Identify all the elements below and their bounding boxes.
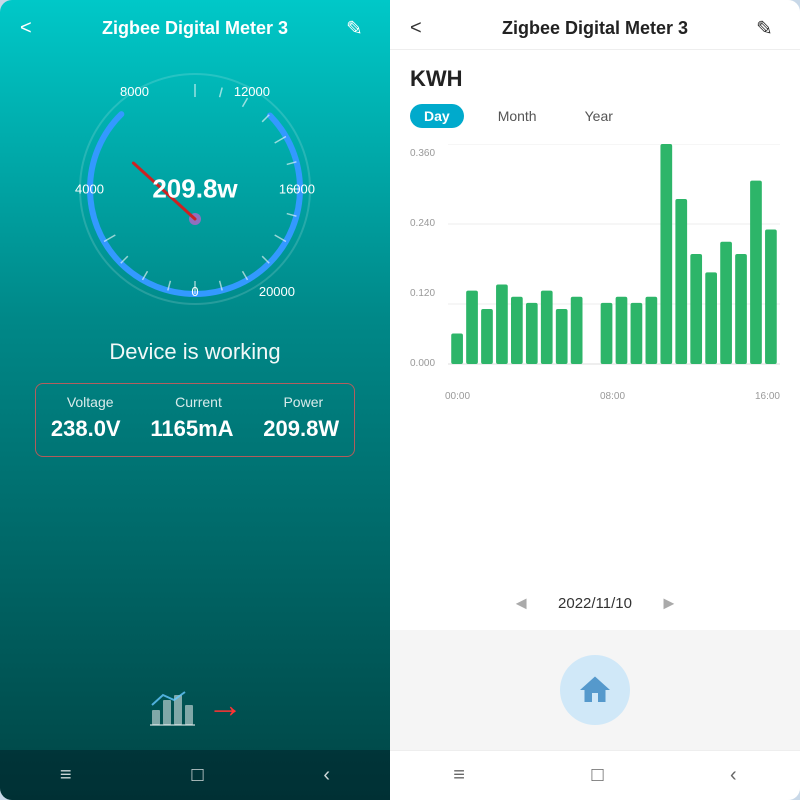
- date-next-btn[interactable]: ►: [652, 589, 686, 618]
- gauge-container: 4000 8000 12000 16000 0 20000: [65, 59, 325, 319]
- right-header: < Zigbee Digital Meter 3 ✎: [390, 0, 800, 50]
- chart-wrapper: 0.360 0.240 0.120 0.000: [410, 144, 780, 402]
- current-value: 1165mA: [150, 416, 233, 442]
- swipe-arrow: →: [207, 684, 243, 726]
- date-prev-btn[interactable]: ◄: [504, 589, 538, 618]
- y-label-000: 0.000: [410, 358, 448, 369]
- power-label: Power: [283, 394, 323, 410]
- gauge-value: 209.8w: [152, 174, 237, 205]
- right-nav-bar: ≡ □ ‹: [390, 750, 800, 800]
- tab-month[interactable]: Month: [484, 104, 551, 128]
- right-content: KWH Day Month Year 0.360 0.240 0.120 0.0…: [390, 50, 800, 577]
- left-nav-home[interactable]: □: [191, 764, 203, 787]
- right-nav-home[interactable]: □: [591, 764, 603, 787]
- bar-chart-icon: [147, 680, 197, 730]
- left-panel: < Zigbee Digital Meter 3 ✎ 4000 8000 120…: [0, 0, 390, 800]
- x-axis-labels: 00:00 08:00 16:00: [410, 391, 780, 402]
- current-label: Current: [175, 394, 222, 410]
- date-label: 2022/11/10: [558, 595, 632, 612]
- x-label-1600: 16:00: [755, 391, 780, 402]
- power-value: 209.8W: [263, 416, 339, 442]
- gauge-scale-12000: 12000: [234, 84, 270, 99]
- bar-chart-data: [448, 144, 780, 384]
- gauge-scale-16000: 16000: [279, 182, 315, 197]
- tab-year[interactable]: Year: [571, 104, 627, 128]
- gauge-scale-0: 0: [191, 284, 198, 299]
- chart-icon-container[interactable]: [147, 680, 197, 730]
- home-button[interactable]: [560, 655, 630, 725]
- x-label-0800: 08:00: [600, 391, 625, 402]
- right-nav-back[interactable]: ‹: [730, 764, 737, 787]
- right-back-icon[interactable]: <: [410, 17, 434, 40]
- left-header: < Zigbee Digital Meter 3 ✎: [0, 0, 390, 49]
- left-title: Zigbee Digital Meter 3: [44, 18, 346, 39]
- right-panel: < Zigbee Digital Meter 3 ✎ KWH Day Month…: [390, 0, 800, 800]
- voltage-label: Voltage: [67, 394, 114, 410]
- tabs-container: Day Month Year: [410, 104, 780, 128]
- home-icon: [577, 672, 613, 708]
- stats-values: 238.0V 1165mA 209.8W: [36, 416, 354, 442]
- x-label-0000: 00:00: [445, 391, 470, 402]
- device-status: Device is working: [109, 339, 280, 365]
- right-bottom: [390, 630, 800, 750]
- right-title: Zigbee Digital Meter 3: [434, 18, 756, 39]
- left-back-icon[interactable]: <: [20, 17, 44, 40]
- stats-box: Voltage Current Power 238.0V 1165mA 209.…: [35, 383, 355, 457]
- y-label-360: 0.360: [410, 148, 448, 159]
- gauge-scale-8000: 8000: [120, 84, 149, 99]
- kwh-label: KWH: [410, 66, 780, 92]
- left-nav-menu[interactable]: ≡: [60, 764, 72, 787]
- left-edit-icon[interactable]: ✎: [346, 16, 370, 41]
- tab-day[interactable]: Day: [410, 104, 464, 128]
- left-nav-back[interactable]: ‹: [323, 764, 330, 787]
- y-label-120: 0.120: [410, 288, 448, 299]
- gauge-scale-4000: 4000: [75, 182, 104, 197]
- voltage-value: 238.0V: [51, 416, 121, 442]
- stats-header: Voltage Current Power: [36, 394, 354, 410]
- left-nav-bar: ≡ □ ‹: [0, 750, 390, 800]
- right-nav-menu[interactable]: ≡: [453, 764, 465, 787]
- gauge-scale-20000: 20000: [259, 284, 295, 299]
- date-nav: ◄ 2022/11/10 ►: [390, 577, 800, 630]
- right-edit-icon[interactable]: ✎: [756, 16, 780, 41]
- y-label-240: 0.240: [410, 218, 448, 229]
